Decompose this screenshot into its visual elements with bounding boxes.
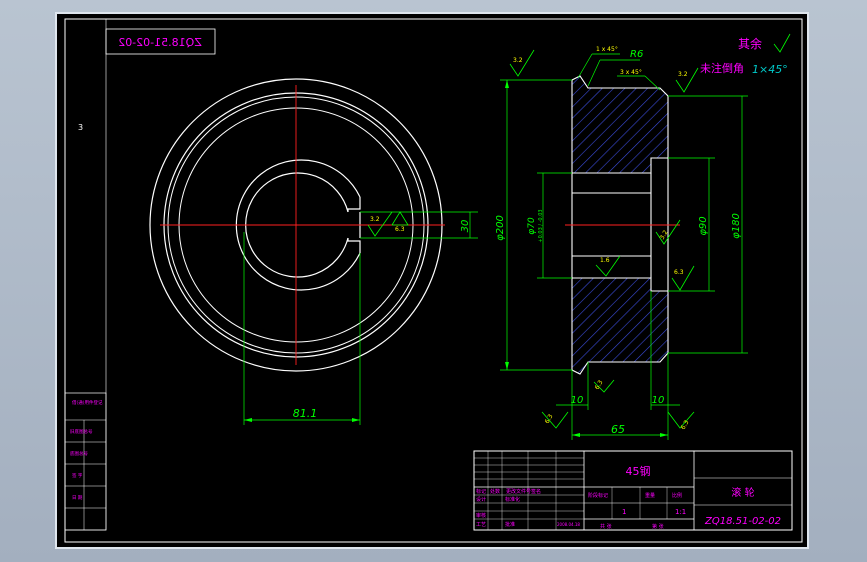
tb-sign: 签名 (531, 488, 541, 495)
rough-keyway-32: 3.2 (370, 216, 380, 223)
rough-63-b: 6.3 (674, 269, 684, 276)
side-row-2: 底图总号 (70, 450, 88, 457)
rough-keyway-63: 6.3 (395, 226, 405, 233)
dim-65: 65 (611, 423, 625, 436)
note-remaining: 其余 (738, 36, 762, 51)
tb-scale: 1:1 (675, 508, 686, 516)
tb-date: 2008.04.18 (557, 522, 580, 527)
tb-material: 45钢 (626, 465, 651, 478)
dim-10-left: 10 (571, 395, 584, 406)
tb-sheet-no: 第 张 (652, 523, 664, 530)
tb-standard: 标准化 (505, 496, 520, 503)
tb-approve: 批准 (505, 521, 515, 528)
tb-weight-label: 重量 (645, 492, 655, 499)
note-chamfer: 未注倒角 (700, 61, 744, 75)
dim-counterbore: φ90 (698, 216, 709, 235)
tb-part-name: 滚 轮 (731, 486, 754, 499)
dim-outer-dia: φ200 (495, 215, 506, 241)
mirrored-code: ZQ18.51-02-02 (118, 36, 202, 49)
tb-sheets-total: 共 张 (600, 523, 612, 530)
side-mark: 3 (78, 123, 83, 132)
tb-check: 审核 (476, 512, 486, 519)
dim-hub-dia: φ180 (731, 213, 742, 239)
dim-10-right: 10 (652, 395, 665, 406)
rough-top-left: 3.2 (513, 57, 523, 64)
tb-scale-label: 比例 (672, 492, 682, 499)
tb-process: 工艺 (476, 522, 486, 528)
note-chamfer-value: 1×45° (752, 63, 788, 76)
cad-drawing-canvas: ZQ18.51-02-02 3 30 3.2 6.3 81.1 φ200 φ70… (55, 12, 809, 549)
lower-section-hatch (571, 277, 669, 375)
dim-bore-tol: +0.03 / -0.03 (538, 209, 544, 242)
rough-top-right: 3.2 (678, 71, 688, 78)
tb-quantity: 1 (622, 508, 626, 516)
rough-16: 1.6 (600, 257, 610, 264)
tb-count: 处数 (490, 488, 500, 495)
dim-81-1: 81.1 (293, 407, 318, 420)
side-row-1: 旧底图总号 (70, 428, 93, 435)
drawing-sheet (55, 12, 809, 549)
chamfer-top-left: 1 x 45° (596, 46, 618, 53)
dim-bore-dia: φ70 (527, 217, 537, 235)
dim-keyway-30: 30 (460, 220, 471, 233)
side-row-3: 签 字 (72, 472, 83, 479)
side-row-0: 借(通)用件登记 (72, 399, 103, 406)
chamfer-top-right: 3 x 45° (620, 69, 642, 76)
tb-mark: 标记 (476, 488, 486, 495)
tb-design: 设计 (476, 496, 486, 503)
tb-drawing-no: ZQ18.51-02-02 (704, 516, 781, 527)
tb-stage-mark: 阶段标记 (588, 492, 608, 499)
upper-section-hatch (571, 75, 669, 174)
tb-change-doc: 更改文件号 (506, 488, 531, 495)
side-row-4: 日 期 (72, 495, 83, 501)
radius-r6: R6 (630, 49, 643, 60)
